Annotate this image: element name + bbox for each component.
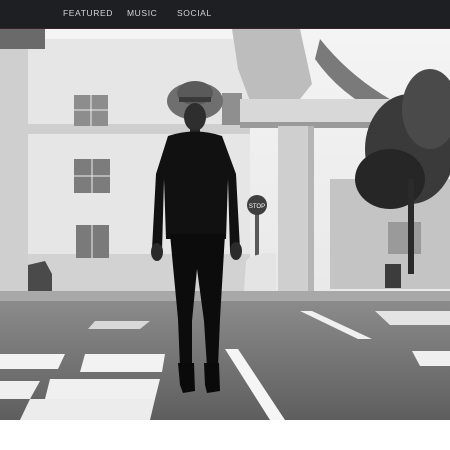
nav-item-music[interactable]: MUSIC	[127, 8, 157, 19]
main-nav: FEATURED MUSIC SOCIAL	[0, 0, 450, 28]
svg-text:STOP: STOP	[249, 204, 265, 210]
nav-item-featured[interactable]: FEATURED	[63, 8, 113, 19]
window	[222, 93, 242, 125]
vent-grille	[388, 222, 421, 254]
nav-item-social[interactable]: SOCIAL	[177, 8, 212, 19]
hero-photo: STOP	[0, 29, 450, 420]
page-bottom-area	[0, 420, 450, 450]
top-navbar: FEATURED MUSIC SOCIAL	[0, 0, 450, 29]
hero-image: STOP	[0, 29, 450, 420]
car-white	[244, 253, 276, 295]
